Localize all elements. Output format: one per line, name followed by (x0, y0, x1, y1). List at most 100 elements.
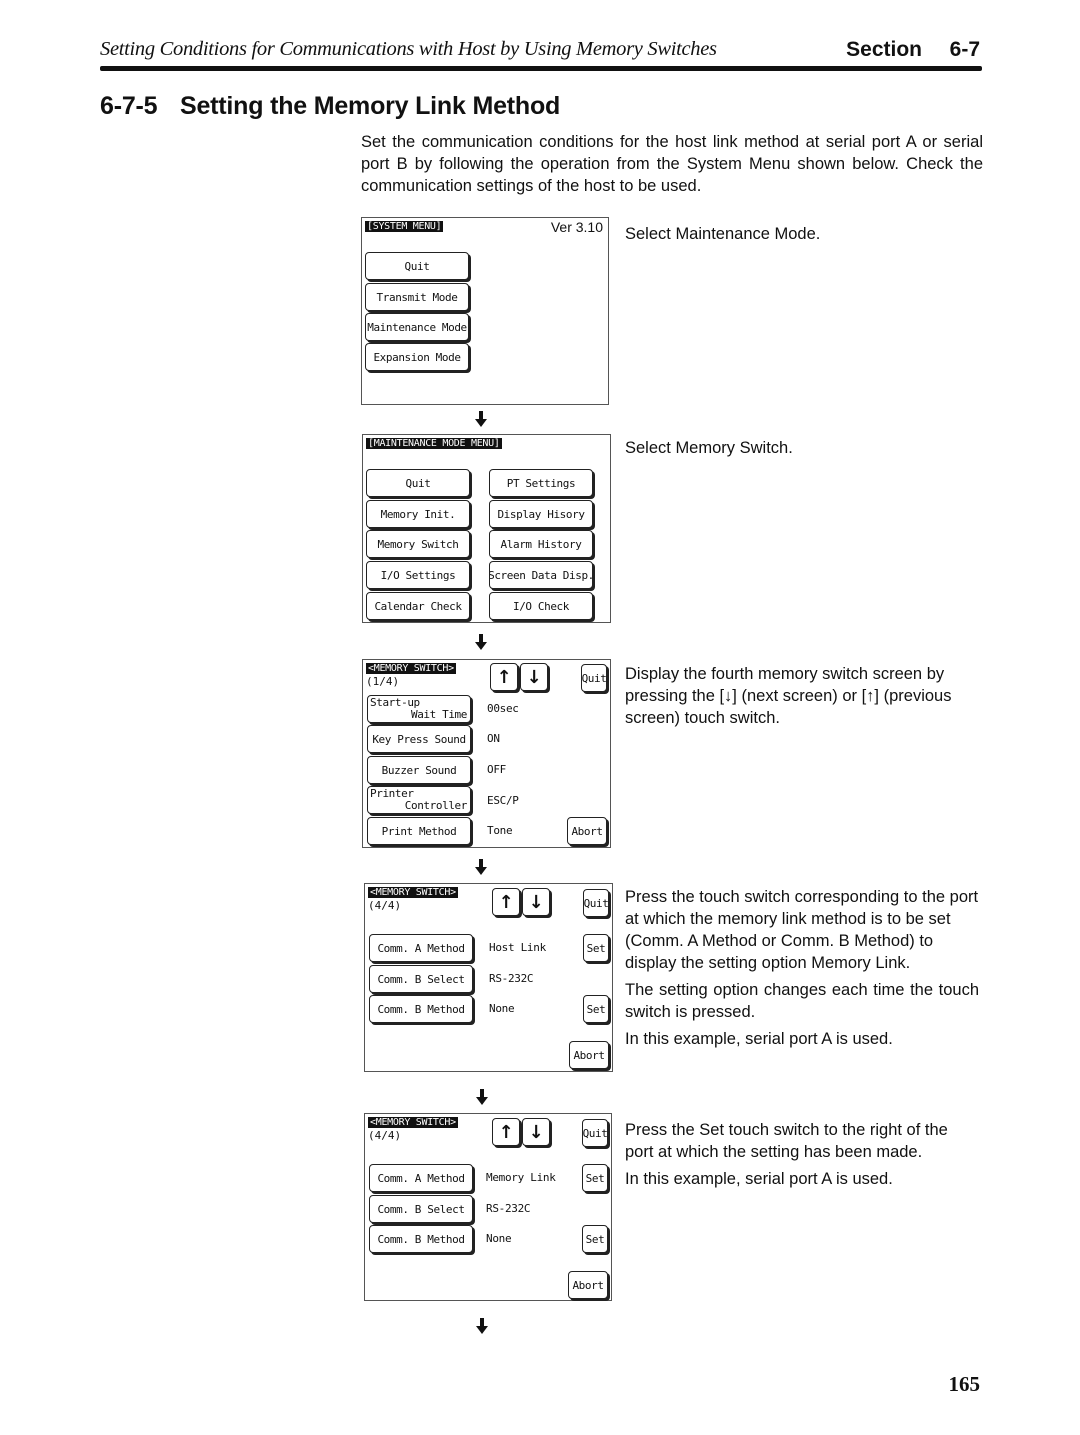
intro-paragraph: Set the communication conditions for the… (361, 133, 983, 195)
comm-b-select-value: RS-232C (486, 1202, 531, 1215)
comm-a-method-value: Host Link (489, 941, 546, 954)
page-number: 165 (948, 1372, 981, 1396)
heading-title: Setting the Memory Link Method (180, 92, 561, 120)
transmit-mode-button[interactable]: Transmit Mode (365, 283, 469, 311)
step-1-description: Select Maintenance Mode. (625, 223, 979, 250)
down-arrow-icon (475, 859, 487, 875)
step-text: Press the Set touch switch to the right … (625, 1121, 948, 1161)
previous-screen-button[interactable]: ↑ (490, 663, 518, 691)
next-screen-button[interactable]: ↓ (522, 888, 550, 916)
screen-data-disp-button[interactable]: Screen Data Disp. (489, 561, 593, 589)
io-check-button[interactable]: I/O Check (489, 592, 593, 620)
buzzer-sound-value: OFF (487, 763, 506, 776)
screen-title: [SYSTEM MENU] (365, 221, 444, 232)
page-indicator: (4/4) (368, 1129, 402, 1142)
quit-button[interactable]: Quit (366, 469, 470, 497)
print-method-value: Tone (487, 824, 513, 837)
heading-number: 6-7-5 (100, 92, 158, 120)
quit-button[interactable]: Quit (365, 252, 469, 280)
step-2-description: Select Memory Switch. (625, 437, 979, 464)
step-text: Select Maintenance Mode. (625, 225, 821, 243)
version-label: Ver 3.10 (550, 219, 603, 235)
system-menu-screen: [SYSTEM MENU] Ver 3.10 Quit Transmit Mod… (361, 217, 609, 405)
screen-title: <MEMORY SWITCH> (366, 663, 456, 674)
comm-b-select-button[interactable]: Comm. B Select (369, 965, 473, 993)
down-arrow-icon: ↓ (526, 666, 542, 688)
memory-switch-screen-4-memory-link: <MEMORY SWITCH> (4/4) ↑ ↓ Quit Comm. A M… (364, 1113, 612, 1301)
section-label: Section (846, 38, 922, 61)
memory-switch-button[interactable]: Memory Switch (366, 530, 470, 558)
abort-button[interactable]: Abort (569, 1041, 609, 1069)
comm-b-select-button[interactable]: Comm. B Select (369, 1195, 473, 1223)
startup-wait-time-button[interactable]: Start-up Wait Time (367, 695, 471, 723)
comm-a-method-button[interactable]: Comm. A Method (369, 934, 473, 962)
comm-b-method-button[interactable]: Comm. B Method (369, 995, 473, 1023)
printer-controller-value: ESC/P (487, 794, 519, 807)
next-screen-button[interactable]: ↓ (520, 663, 548, 691)
down-arrow-icon: ↓ (528, 891, 544, 913)
comm-b-select-value: RS-232C (489, 972, 534, 985)
running-title: Setting Conditions for Communications wi… (100, 38, 717, 60)
printer-controller-button[interactable]: Printer Controller (367, 786, 471, 814)
comm-b-method-button[interactable]: Comm. B Method (369, 1225, 473, 1253)
down-arrow-icon: ↓ (528, 1121, 544, 1143)
down-arrow-icon (475, 411, 487, 427)
previous-screen-button[interactable]: ↑ (492, 888, 520, 916)
calendar-check-button[interactable]: Calendar Check (366, 592, 470, 620)
next-screen-button[interactable]: ↓ (522, 1118, 550, 1146)
pt-settings-button[interactable]: PT Settings (489, 469, 593, 497)
print-method-button[interactable]: Print Method (367, 817, 471, 845)
startup-wait-time-value: 00sec (487, 702, 519, 715)
comm-a-set-button[interactable]: Set (582, 1164, 608, 1192)
comm-b-set-button[interactable]: Set (582, 1225, 608, 1253)
buzzer-sound-button[interactable]: Buzzer Sound (367, 756, 471, 784)
up-arrow-icon: ↑ (496, 666, 512, 688)
step-text: Press the touch switch corresponding to … (625, 888, 979, 972)
key-press-sound-value: ON (487, 732, 500, 745)
down-arrow-icon (476, 1318, 488, 1334)
down-arrow-icon (475, 634, 487, 650)
memory-switch-screen-1: <MEMORY SWITCH> (1/4) ↑ ↓ Quit Start-up W… (362, 659, 611, 848)
display-history-button[interactable]: Display Hisory (489, 500, 593, 528)
comm-a-method-button[interactable]: Comm. A Method (369, 1164, 473, 1192)
comm-b-set-button[interactable]: Set (583, 995, 609, 1023)
section-heading: 6-7-5 Setting the Memory Link Method (100, 92, 560, 121)
abort-button[interactable]: Abort (567, 817, 607, 845)
expansion-mode-button[interactable]: Expansion Mode (365, 343, 469, 371)
memory-init-button[interactable]: Memory Init. (366, 500, 470, 528)
button-label-line2: Controller (404, 799, 468, 812)
quit-button[interactable]: Quit (583, 889, 609, 917)
comm-a-method-value: Memory Link (486, 1171, 556, 1184)
down-arrow-icon (476, 1089, 488, 1105)
memory-switch-screen-4: <MEMORY SWITCH> (4/4) ↑ ↓ Quit Comm. A M… (364, 883, 613, 1072)
step-3-description: Display the fourth memory switch screen … (625, 663, 979, 734)
page-indicator: (1/4) (366, 675, 400, 688)
maintenance-mode-button[interactable]: Maintenance Mode (365, 313, 469, 341)
step-4-description: Press the touch switch corresponding to … (625, 886, 979, 1055)
comm-a-set-button[interactable]: Set (583, 934, 609, 962)
running-header: Setting Conditions for Communications wi… (100, 36, 980, 66)
screen-title: <MEMORY SWITCH> (368, 1117, 458, 1128)
section-number: 6-7 (949, 38, 980, 61)
header-rule (100, 66, 982, 71)
comm-b-method-value: None (486, 1232, 512, 1245)
step-text: In this example, serial port A is used. (625, 1170, 893, 1188)
maintenance-menu-screen: [MAINTENANCE MODE MENU] Quit Memory Init… (362, 434, 611, 623)
up-arrow-icon: ↑ (498, 891, 514, 913)
quit-button[interactable]: Quit (582, 1119, 608, 1147)
screen-title: <MEMORY SWITCH> (368, 887, 458, 898)
screen-title: [MAINTENANCE MODE MENU] (366, 438, 502, 449)
step-text: Display the fourth memory switch screen … (625, 665, 952, 727)
quit-button[interactable]: Quit (581, 664, 607, 692)
step-text: Select Memory Switch. (625, 439, 793, 457)
abort-button[interactable]: Abort (568, 1271, 608, 1299)
key-press-sound-button[interactable]: Key Press Sound (367, 725, 471, 753)
step-text: The setting option changes each time the… (625, 981, 979, 1021)
io-settings-button[interactable]: I/O Settings (366, 561, 470, 589)
step-text: In this example, serial port A is used. (625, 1030, 893, 1048)
previous-screen-button[interactable]: ↑ (492, 1118, 520, 1146)
page-indicator: (4/4) (368, 899, 402, 912)
up-arrow-icon: ↑ (498, 1121, 514, 1143)
comm-b-method-value: None (489, 1002, 515, 1015)
alarm-history-button[interactable]: Alarm History (489, 530, 593, 558)
